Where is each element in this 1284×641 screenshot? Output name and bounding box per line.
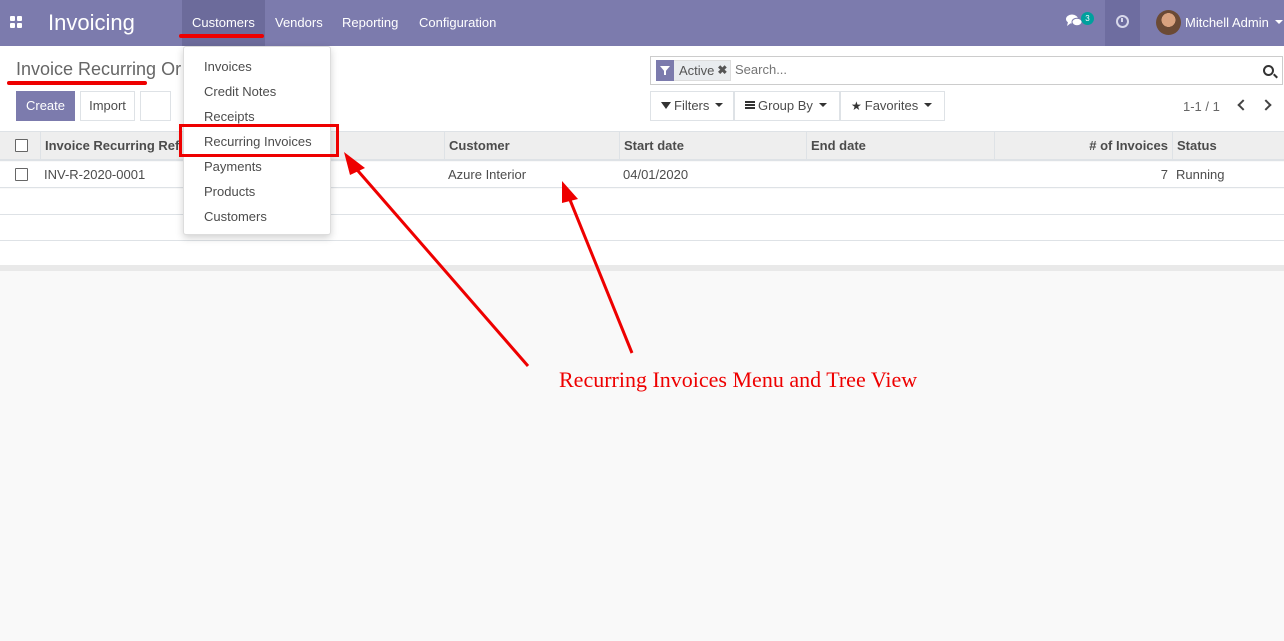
arrow-head-icon — [562, 181, 578, 203]
arrow-to-tree-view — [566, 194, 634, 354]
annotation-arrows — [344, 152, 634, 367]
arrow-to-menu — [350, 163, 530, 367]
annotation-caption: Recurring Invoices Menu and Tree View — [559, 367, 918, 392]
arrow-head-icon — [344, 152, 365, 175]
